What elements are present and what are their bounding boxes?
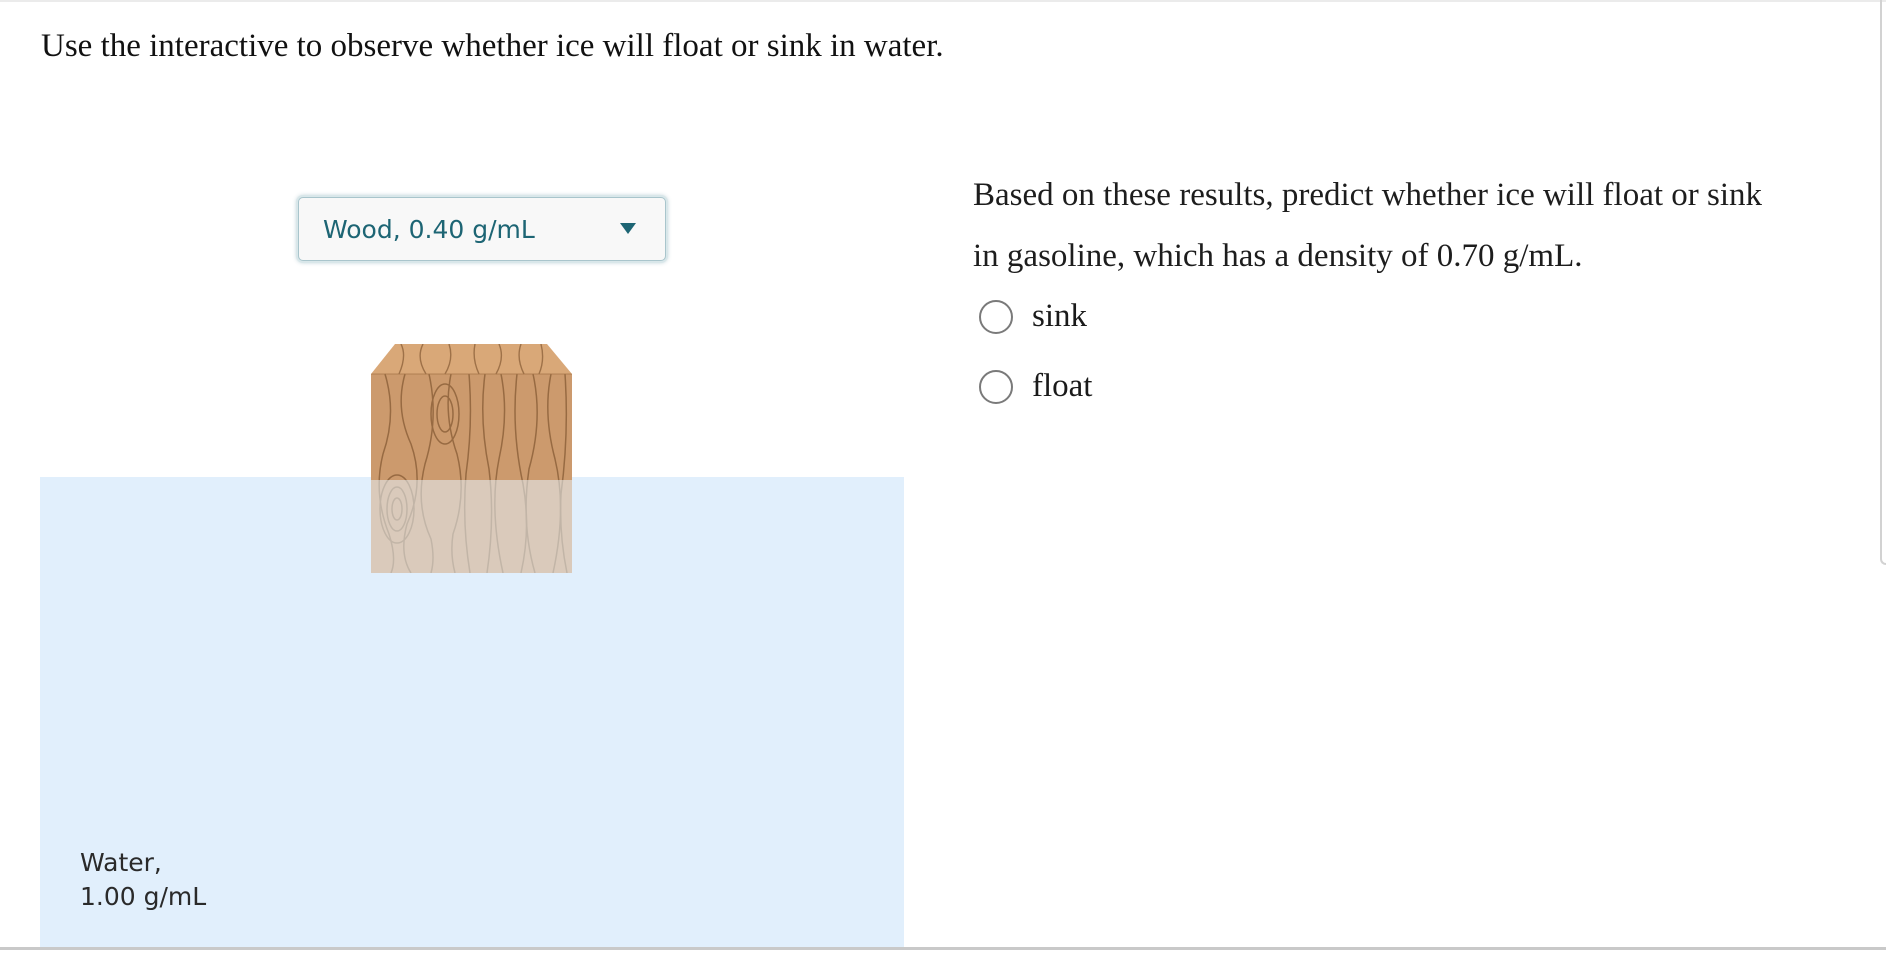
chevron-down-icon[interactable]: [620, 223, 636, 234]
option-float[interactable]: float: [979, 357, 1793, 421]
radio-float[interactable]: [979, 370, 1013, 404]
wood-block: [371, 344, 572, 573]
option-sink[interactable]: sink: [979, 287, 1793, 351]
water-label: Water, 1.00 g/mL: [80, 846, 206, 914]
top-divider: [0, 0, 1886, 2]
material-dropdown[interactable]: Wood, 0.40 g/mL: [298, 197, 666, 261]
instructions-text: Use the interactive to observe whether i…: [41, 28, 944, 64]
material-dropdown-value: Wood, 0.40 g/mL: [323, 215, 535, 244]
bottom-divider: [0, 947, 1886, 950]
question-prompt: Based on these results, predict whether …: [973, 177, 1763, 274]
radio-sink[interactable]: [979, 300, 1013, 334]
float-sink-interactive: Wood, 0.40 g/mL Water, 1.00 g/mL: [40, 160, 904, 950]
option-sink-label[interactable]: sink: [1032, 294, 1087, 338]
page: Use the interactive to observe whether i…: [0, 0, 1886, 958]
water-name: Water,: [80, 848, 162, 877]
question-panel: Based on these results, predict whether …: [973, 165, 1793, 421]
scrollbar[interactable]: [1880, 0, 1886, 565]
water-density: 1.00 g/mL: [80, 882, 207, 911]
option-float-label[interactable]: float: [1032, 364, 1092, 408]
